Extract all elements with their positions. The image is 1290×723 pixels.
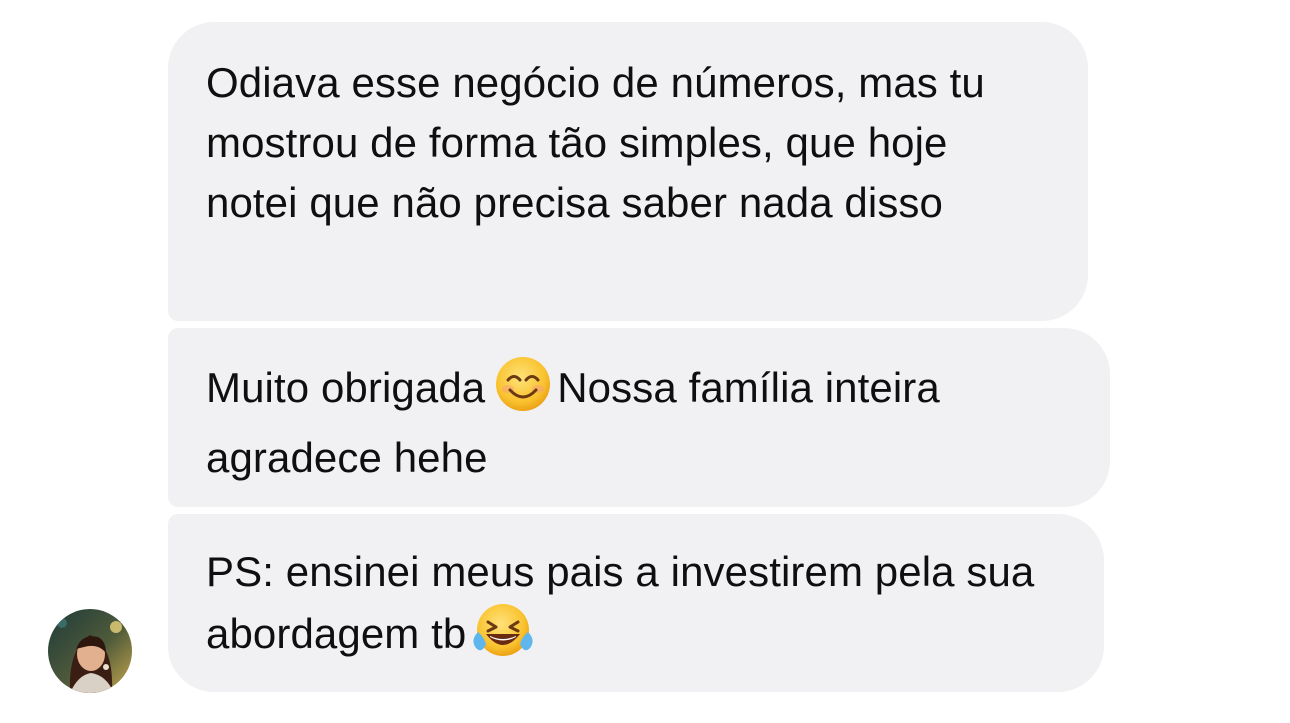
sender-avatar[interactable] bbox=[48, 609, 132, 693]
message-bubble-2[interactable]: Muito obrigada Nossa família inteira agr… bbox=[168, 328, 1110, 507]
message-text-part-1: Muito obrigada bbox=[206, 364, 486, 411]
message-text: Odiava esse negócio de números, mas tu m… bbox=[206, 59, 985, 226]
face-with-tears-of-joy-emoji-icon bbox=[472, 602, 534, 674]
smiling-face-emoji-icon bbox=[495, 356, 551, 428]
message-bubble-1[interactable]: Odiava esse negócio de números, mas tu m… bbox=[168, 22, 1088, 321]
avatar-image-icon bbox=[48, 609, 132, 693]
message-bubble-3[interactable]: PS: ensinei meus pais a investirem pela … bbox=[168, 514, 1104, 692]
message-text: PS: ensinei meus pais a investirem pela … bbox=[206, 548, 1035, 657]
